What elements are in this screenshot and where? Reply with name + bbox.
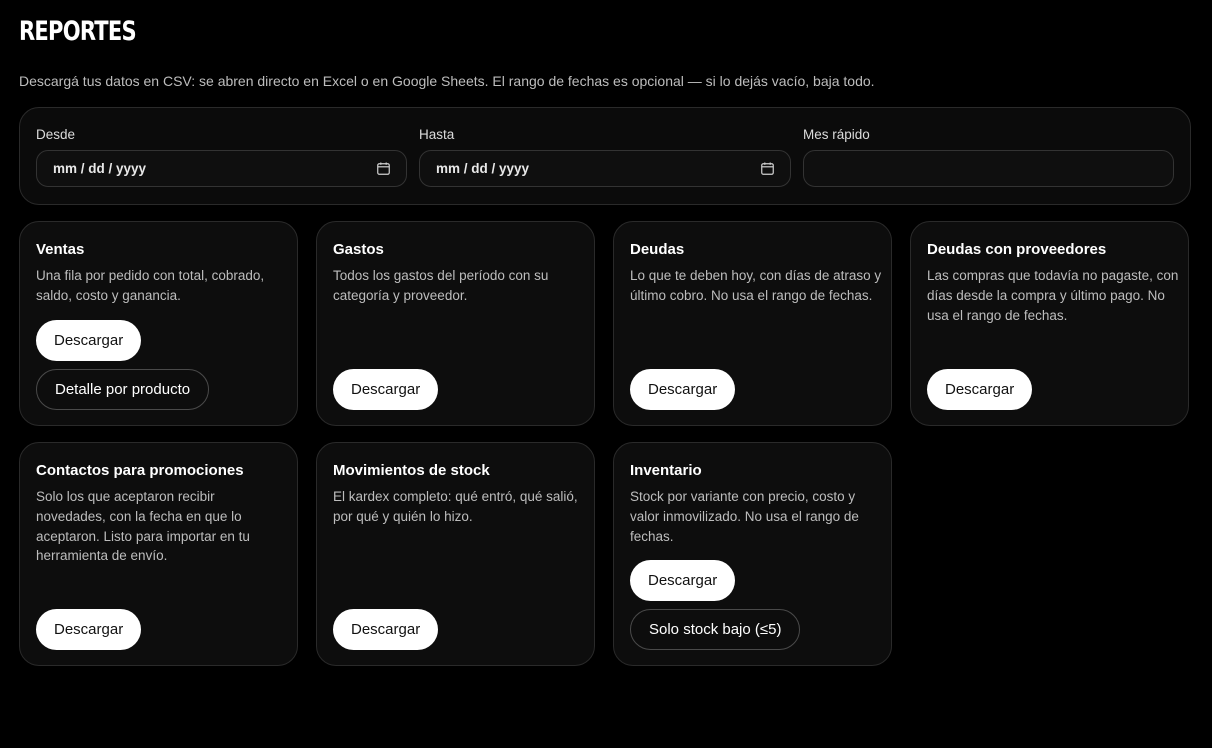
deudas-proveedores-download-button[interactable]: Descargar — [927, 369, 1033, 410]
hasta-date-input[interactable]: mm / dd / yyyy — [419, 150, 791, 187]
desde-field: Desde mm / dd / yyyy — [36, 126, 407, 187]
mes-rapido-label: Mes rápido — [803, 127, 870, 142]
mes-rapido-field: Mes rápido — [803, 126, 1174, 187]
report-description: Todos los gastos del período con su cate… — [333, 268, 549, 303]
report-description: El kardex completo: qué entró, qué salió… — [333, 489, 578, 524]
report-card-ventas: Ventas Una fila por pedido con total, co… — [19, 221, 298, 426]
desde-date-value: mm / dd / yyyy — [53, 161, 147, 176]
contactos-download-button[interactable]: Descargar — [36, 609, 142, 650]
report-title: Inventario — [630, 462, 702, 479]
report-description: Las compras que todavía no pagaste, con … — [927, 268, 1179, 323]
report-card-movimientos-stock: Movimientos de stock El kardex completo:… — [316, 442, 595, 666]
report-card-deudas: Deudas Lo que te deben hoy, con días de … — [613, 221, 892, 426]
report-title: Contactos para promociones — [36, 462, 244, 479]
deudas-download-button[interactable]: Descargar — [630, 369, 736, 410]
report-title: Deudas con proveedores — [927, 241, 1107, 258]
report-card-gastos: Gastos Todos los gastos del período con … — [316, 221, 595, 426]
report-title: Deudas — [630, 241, 685, 258]
report-title: Movimientos de stock — [333, 462, 490, 479]
movimientos-download-button[interactable]: Descargar — [333, 609, 439, 650]
ventas-download-button[interactable]: Descargar — [36, 320, 142, 361]
report-card-contactos-promociones: Contactos para promociones Solo los que … — [19, 442, 298, 666]
report-description: Solo los que aceptaron recibir novedades… — [36, 489, 250, 564]
desde-date-input[interactable]: mm / dd / yyyy — [36, 150, 407, 187]
report-description: Una fila por pedido con total, cobrado, … — [36, 268, 265, 303]
desde-label: Desde — [36, 127, 76, 142]
inventario-download-button[interactable]: Descargar — [630, 560, 736, 601]
gastos-download-button[interactable]: Descargar — [333, 369, 439, 410]
date-filters-panel: Desde mm / dd / yyyy Hasta mm / dd / yyy… — [19, 107, 1191, 205]
report-title: Gastos — [333, 241, 384, 258]
report-description: Lo que te deben hoy, con días de atraso … — [630, 268, 882, 303]
hasta-field: Hasta mm / dd / yyyy — [419, 126, 791, 187]
hasta-date-value: mm / dd / yyyy — [436, 161, 530, 176]
page-subtitle: Descargá tus datos en CSV: se abren dire… — [19, 73, 875, 89]
calendar-icon[interactable] — [761, 162, 774, 175]
ventas-detail-by-product-button[interactable]: Detalle por producto — [36, 369, 210, 410]
calendar-icon[interactable] — [377, 162, 390, 175]
page-title: REPORTES — [19, 16, 137, 47]
mes-rapido-select[interactable] — [803, 150, 1174, 187]
report-card-deudas-proveedores: Deudas con proveedores Las compras que t… — [910, 221, 1189, 426]
report-title: Ventas — [36, 241, 85, 258]
inventario-low-stock-button[interactable]: Solo stock bajo (≤5) — [630, 609, 801, 650]
report-card-inventario: Inventario Stock por variante con precio… — [613, 442, 892, 666]
hasta-label: Hasta — [419, 127, 455, 142]
report-description: Stock por variante con precio, costo y v… — [630, 489, 859, 544]
